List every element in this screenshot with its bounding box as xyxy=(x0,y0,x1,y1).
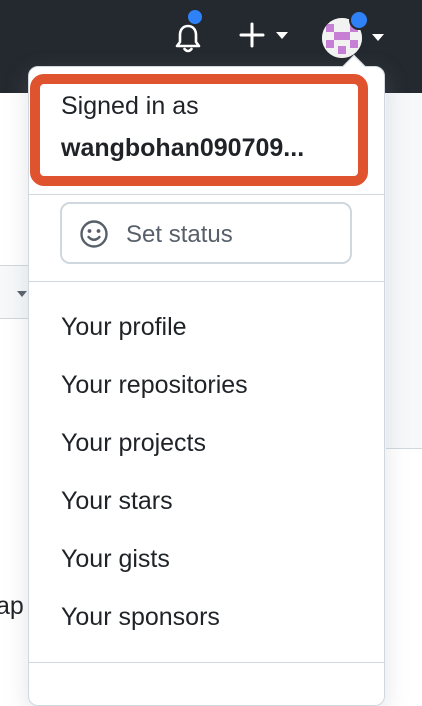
menu-divider xyxy=(29,662,384,663)
menu-divider xyxy=(29,194,384,195)
chevron-down-icon xyxy=(276,32,288,39)
menu-item-projects[interactable]: Your projects xyxy=(61,429,206,458)
menu-item-repositories[interactable]: Your repositories xyxy=(61,371,248,400)
bell-icon xyxy=(175,24,201,53)
signed-in-label: Signed in as xyxy=(61,92,199,120)
chevron-down-icon xyxy=(17,291,27,297)
chevron-down-icon xyxy=(372,34,384,41)
menu-item-gists[interactable]: Your gists xyxy=(61,545,170,574)
background-partial-text: ap xyxy=(0,592,24,620)
menu-divider xyxy=(29,281,384,282)
avatar-status-indicator xyxy=(349,10,369,30)
notification-indicator xyxy=(186,8,204,26)
signed-in-username: wangbohan090709... xyxy=(61,134,305,162)
set-status-label: Set status xyxy=(126,221,233,248)
menu-item-profile[interactable]: Your profile xyxy=(61,313,187,342)
plus-icon xyxy=(239,22,265,48)
signed-in-highlight xyxy=(30,74,368,186)
smiley-icon xyxy=(80,220,108,248)
menu-item-sponsors[interactable]: Your sponsors xyxy=(61,603,220,632)
background-panel xyxy=(386,93,422,449)
set-status-button[interactable]: Set status xyxy=(60,202,352,264)
menu-item-stars[interactable]: Your stars xyxy=(61,487,173,516)
create-new-button[interactable] xyxy=(236,18,294,52)
